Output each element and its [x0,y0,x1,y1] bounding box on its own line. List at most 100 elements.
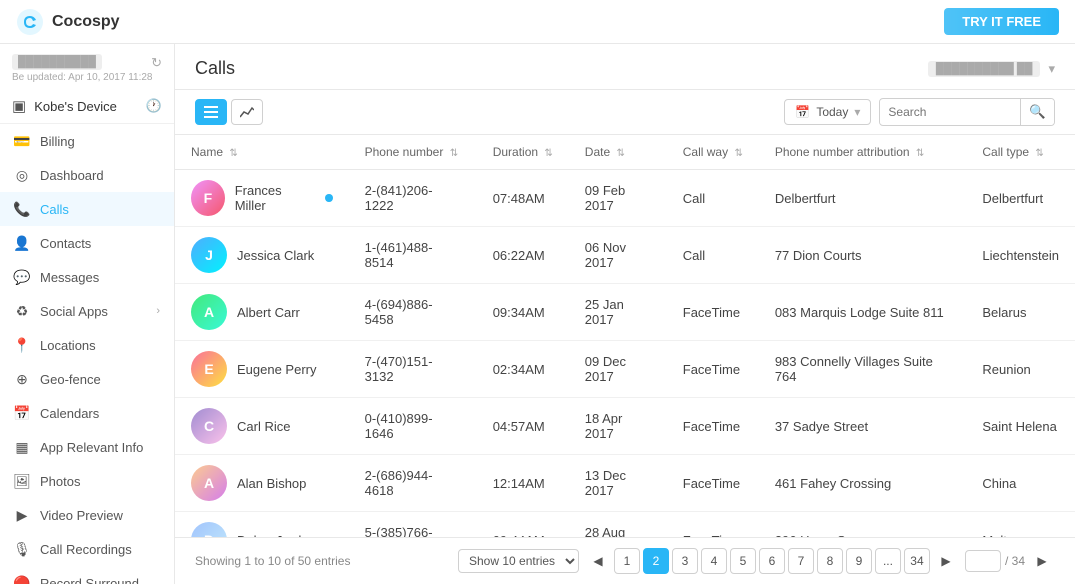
page-34-button[interactable]: 34 [904,548,930,574]
sort-icon: ⇅ [450,148,458,159]
sidebar-item-messages[interactable]: 💬 Messages [0,260,174,294]
app-relevant-icon: ▦ [14,439,30,455]
search-icon: 🔍 [1029,104,1046,119]
main-layout: ██████████ ↻ Be updated: Apr 10, 2017 11… [0,44,1075,584]
sidebar-item-app-relevant-info[interactable]: ▦ App Relevant Info [0,430,174,464]
name-cell: A Albert Carr [191,294,333,330]
cell-name: E Eugene Perry [175,341,349,398]
cell-phone: 4-(694)886-5458 [349,284,477,341]
page-4-button[interactable]: 4 [701,548,727,574]
cell-duration: 09:44AM [477,512,569,538]
device-name: Kobe's Device [34,99,138,114]
sidebar-item-label: Photos [40,474,80,489]
sidebar-item-calls[interactable]: 📞 Calls [0,192,174,226]
cell-callway: Call [667,227,759,284]
avatar-letter: C [204,418,214,434]
pagination: Showing 1 to 10 of 50 entries Show 10 en… [175,537,1075,584]
sidebar-item-record-surround[interactable]: 🔴 Record Surround [0,566,174,584]
app-name: Cocospy [52,13,120,31]
sidebar-item-call-recordings[interactable]: 🎙 Call Recordings [0,532,174,566]
col-callway[interactable]: Call way ⇅ [667,135,759,170]
cell-attribution: 77 Dion Courts [759,227,967,284]
chart-view-button[interactable] [231,99,263,125]
page-jump-input[interactable] [965,550,1001,572]
search-input[interactable] [880,100,1020,124]
social-apps-icon: ♻ [14,303,30,319]
device-clock-icon[interactable]: 🕐 [146,98,162,114]
dashboard-icon: ◎ [14,167,30,183]
chevron-down-icon[interactable]: ▾ [1048,61,1055,77]
cell-calltype: Liechtenstein [966,227,1075,284]
cell-duration: 04:57AM [477,398,569,455]
page-title: Calls [195,58,235,79]
prev-page-button[interactable]: ◀ [585,548,611,574]
page-1-button[interactable]: 1 [614,548,640,574]
page-6-button[interactable]: 6 [759,548,785,574]
sidebar-item-label: Billing [40,134,75,149]
table-row: C Carl Rice 0-(410)899-1646 04:57AM 18 A… [175,398,1075,455]
cell-attribution: Delbertfurt [759,170,967,227]
contact-name: Carl Rice [237,419,290,434]
sidebar-item-video-preview[interactable]: ▶ Video Preview [0,498,174,532]
date-picker[interactable]: 📅 Today ▾ [784,99,871,125]
table-row: A Albert Carr 4-(694)886-5458 09:34AM 25… [175,284,1075,341]
sidebar-item-calendars[interactable]: 📅 Calendars [0,396,174,430]
sidebar-item-billing[interactable]: 💳 Billing [0,124,174,158]
page-9-button[interactable]: 9 [846,548,872,574]
entries-select[interactable]: Show 10 entries Show 25 entries Show 50 … [458,549,579,573]
cell-phone: 5-(385)766-6905 [349,512,477,538]
col-attribution[interactable]: Phone number attribution ⇅ [759,135,967,170]
sidebar-item-social-apps[interactable]: ♻ Social Apps › [0,294,174,328]
page-7-button[interactable]: 7 [788,548,814,574]
topbar-left: Cocospy [16,8,120,36]
sidebar-item-photos[interactable]: 🖼 Photos [0,464,174,498]
cell-duration: 06:22AM [477,227,569,284]
sidebar-item-label: Geo-fence [40,372,101,387]
col-phone[interactable]: Phone number ⇅ [349,135,477,170]
table-body: F Frances Miller 2-(841)206-1222 07:48AM… [175,170,1075,538]
cell-phone: 2-(841)206-1222 [349,170,477,227]
page-5-button[interactable]: 5 [730,548,756,574]
cell-phone: 7-(470)151-3132 [349,341,477,398]
pagination-right: Show 10 entries Show 25 entries Show 50 … [458,548,1055,574]
list-icon [204,106,218,118]
next-page-button[interactable]: ▶ [933,548,959,574]
name-cell: F Frances Miller [191,180,333,216]
refresh-icon[interactable]: ↻ [151,55,162,71]
cell-attribution: 461 Fahey Crossing [759,455,967,512]
page-2-button[interactable]: 2 [643,548,669,574]
sidebar-item-dashboard[interactable]: ◎ Dashboard [0,158,174,192]
page-ellipsis-button[interactable]: ... [875,548,901,574]
cell-phone: 0-(410)899-1646 [349,398,477,455]
table-row: J Jessica Clark 1-(461)488-8514 06:22AM … [175,227,1075,284]
avatar: D [191,522,227,537]
contact-name: Eugene Perry [237,362,317,377]
messages-icon: 💬 [14,269,30,285]
sort-icon: ⇅ [1035,148,1043,159]
col-calltype[interactable]: Call type ⇅ [966,135,1075,170]
search-button[interactable]: 🔍 [1020,99,1054,125]
col-date[interactable]: Date ⇅ [569,135,667,170]
name-cell: A Alan Bishop [191,465,333,501]
page-8-button[interactable]: 8 [817,548,843,574]
sidebar-item-locations[interactable]: 📍 Locations [0,328,174,362]
list-view-button[interactable] [195,99,227,125]
avatar: J [191,237,227,273]
avatar-letter: J [205,247,213,263]
col-duration[interactable]: Duration ⇅ [477,135,569,170]
sidebar-item-label: Contacts [40,236,91,251]
table-container: Name ⇅ Phone number ⇅ Duration ⇅ Date ⇅ … [175,135,1075,537]
try-free-button[interactable]: TRY IT FREE [944,8,1059,35]
sidebar-item-label: Call Recordings [40,542,132,557]
page-3-button[interactable]: 3 [672,548,698,574]
page-jump-next-button[interactable]: ▶ [1029,548,1055,574]
sidebar-item-contacts[interactable]: 👤 Contacts [0,226,174,260]
sort-icon: ⇅ [229,148,237,159]
sidebar-item-geo-fence[interactable]: ⊕ Geo-fence [0,362,174,396]
cell-attribution: 083 Marquis Lodge Suite 811 [759,284,967,341]
sidebar-item-label: Video Preview [40,508,123,523]
sidebar-nav: 💳 Billing ◎ Dashboard 📞 Calls 👤 Contacts… [0,124,174,584]
sort-icon: ⇅ [916,148,924,159]
sidebar-item-label: Dashboard [40,168,104,183]
col-name[interactable]: Name ⇅ [175,135,349,170]
